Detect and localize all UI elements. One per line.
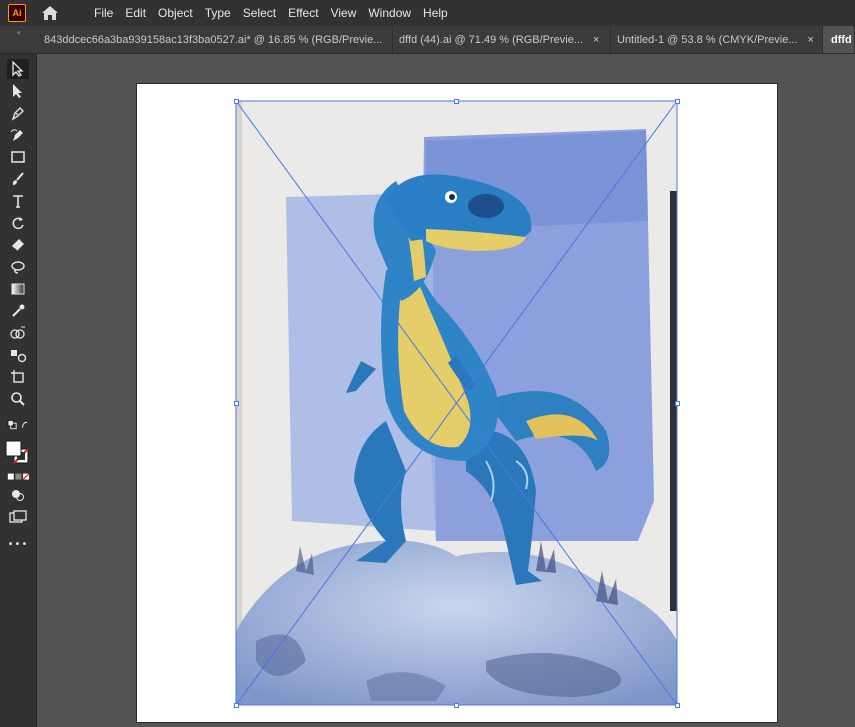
tab-document-active[interactable]: dffd [823,26,855,53]
resize-handle-bottom-right[interactable] [675,703,680,708]
tab-label: dffd (44).ai @ 71.49 % (RGB/Previe... [399,33,583,46]
tab-label: dffd [831,33,852,46]
artboard-tool-icon[interactable] [7,367,29,387]
resize-handle-top-right[interactable] [675,99,680,104]
shape-builder-tool-icon[interactable] [7,323,29,343]
type-tool-icon[interactable] [7,191,29,211]
zoom-tool-icon[interactable] [7,389,29,409]
menu-edit[interactable]: Edit [119,0,152,26]
draw-mode-icon[interactable] [7,487,29,503]
more-tools-icon[interactable]: ••• [7,538,29,550]
resize-handle-top-left[interactable] [234,99,239,104]
curvature-tool-icon[interactable] [7,125,29,145]
menu-effect[interactable]: Effect [282,0,324,26]
collapse-panel-icon[interactable]: « [0,26,38,53]
main-menu: File Edit Object Type Select Effect View… [88,0,454,26]
close-tab-icon[interactable]: × [808,34,814,46]
menu-object[interactable]: Object [152,0,199,26]
tab-label: 843ddcec66a3ba939158ac13f3ba0527.ai* @ 1… [44,33,383,46]
menu-bar: Ai File Edit Object Type Select Effect V… [0,0,855,26]
blend-tool-icon[interactable] [7,345,29,365]
menu-select[interactable]: Select [237,0,282,26]
rectangle-tool-icon[interactable] [7,147,29,167]
document-tab-bar: « 843ddcec66a3ba939158ac13f3ba0527.ai* @… [0,26,855,54]
menu-help[interactable]: Help [417,0,454,26]
tab-label: Untitled-1 @ 53.8 % (CMYK/Previe... [617,33,798,46]
home-icon[interactable] [40,3,60,23]
menu-view[interactable]: View [325,0,363,26]
close-tab-icon[interactable]: × [593,34,599,46]
menu-type[interactable]: Type [199,0,237,26]
illustrator-logo: Ai [8,4,26,22]
color-mode-icon[interactable] [7,470,29,484]
gradient-tool-icon[interactable] [7,279,29,299]
resize-handle-top-center[interactable] [454,99,459,104]
pen-tool-icon[interactable] [7,103,29,123]
tab-document-3[interactable]: Untitled-1 @ 53.8 % (CMYK/Previe... × [611,26,823,53]
fill-stroke-swatch-icon[interactable] [4,438,30,468]
resize-handle-middle-left[interactable] [234,401,239,406]
tab-document-1[interactable]: 843ddcec66a3ba939158ac13f3ba0527.ai* @ 1… [38,26,393,53]
paintbrush-tool-icon[interactable] [7,169,29,189]
resize-handle-middle-right[interactable] [675,401,680,406]
tools-panel: ••• [0,54,37,727]
swap-colors-icon[interactable] [7,418,29,432]
tab-document-2[interactable]: dffd (44).ai @ 71.49 % (RGB/Previe... × [393,26,611,53]
direct-selection-tool-icon[interactable] [7,81,29,101]
lasso-tool-icon[interactable] [7,257,29,277]
placed-image[interactable] [236,101,677,705]
selection-tool-icon[interactable] [7,59,29,79]
screen-mode-icon[interactable] [7,509,29,525]
eraser-tool-icon[interactable] [7,235,29,255]
menu-window[interactable]: Window [362,0,417,26]
eyedropper-tool-icon[interactable] [7,301,29,321]
resize-handle-bottom-center[interactable] [454,703,459,708]
menu-file[interactable]: File [88,0,119,26]
resize-handle-bottom-left[interactable] [234,703,239,708]
rotate-tool-icon[interactable] [7,213,29,233]
